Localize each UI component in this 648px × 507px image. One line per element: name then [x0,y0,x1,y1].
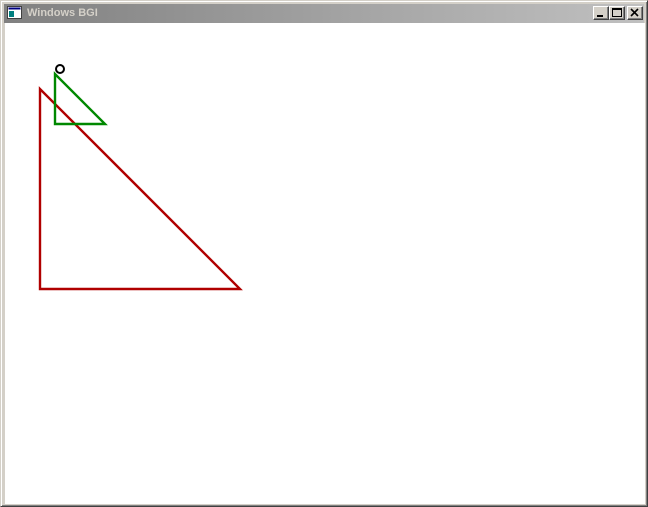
window-title: Windows BGI [27,7,98,19]
close-button[interactable] [627,6,643,20]
red-right-triangle [38,86,243,291]
title-bar[interactable]: Windows BGI [4,4,644,23]
bgi-window: Windows BGI [0,0,648,507]
black-circle-marker [55,64,65,74]
minimize-icon [597,15,603,17]
bgi-window-icon[interactable] [7,6,23,20]
maximize-icon [612,8,622,17]
minimize-button[interactable] [593,6,609,20]
maximize-button[interactable] [609,6,625,20]
drawing-canvas[interactable] [5,23,645,504]
green-right-triangle [53,71,108,126]
close-icon [630,8,639,17]
graphics-surface [38,64,243,291]
